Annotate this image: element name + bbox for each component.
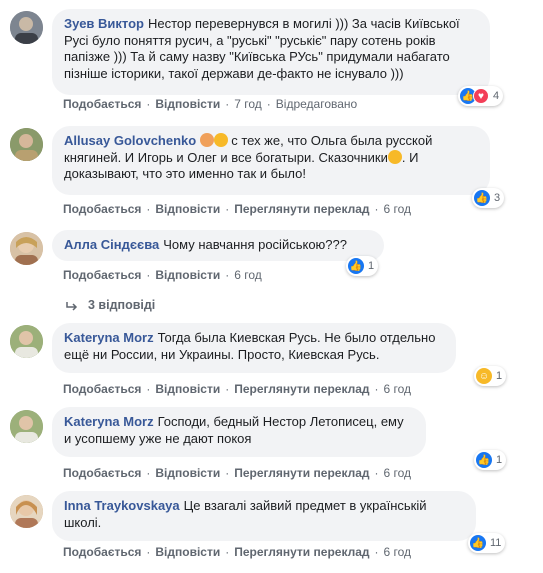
translate-button[interactable]: Переглянути переклад: [234, 202, 369, 216]
translate-button[interactable]: Переглянути переклад: [234, 466, 369, 480]
reply-button[interactable]: Відповісти: [155, 268, 220, 282]
reaction-count[interactable]: 👍 3: [472, 188, 505, 208]
comment-actions: Подобається · Відповісти · Переглянути перек…: [63, 466, 412, 480]
like-icon: 👍: [476, 452, 492, 468]
avatar[interactable]: [10, 410, 43, 443]
comment-bubble: Allusay Golovchenko с тех же, что Ольга б…: [52, 126, 490, 195]
timestamp[interactable]: 6 год: [384, 382, 412, 396]
haha-icon: ☺: [476, 368, 492, 384]
comment-actions: Подобається · Відповісти · Переглянути перек…: [63, 382, 412, 396]
reply-button[interactable]: Відповісти: [155, 382, 220, 396]
avatar[interactable]: [10, 232, 43, 265]
like-icon: 👍: [470, 535, 486, 551]
like-button[interactable]: Подобається: [63, 545, 141, 559]
like-icon: 👍: [348, 258, 364, 274]
reaction-count[interactable]: 👍 ♥ 4: [458, 86, 504, 106]
reply-button[interactable]: Відповісти: [155, 466, 220, 480]
reaction-count[interactable]: 👍 1: [346, 256, 379, 276]
edited-label[interactable]: Відредаговано: [276, 97, 357, 111]
laughing-emoji-icon: [387, 149, 402, 164]
like-icon: 👍: [474, 190, 490, 206]
comment-actions: Подобається · Відповісти · Переглянути перек…: [63, 545, 412, 559]
person-emoji-icon: [200, 133, 215, 147]
avatar[interactable]: [10, 128, 43, 161]
view-replies-link[interactable]: 3 відповіді: [66, 298, 155, 312]
timestamp[interactable]: 6 год: [384, 545, 412, 559]
comment-author[interactable]: Kateryna Morz: [64, 414, 154, 429]
comment-author[interactable]: Allusay Golovchenko: [64, 133, 196, 148]
like-button[interactable]: Подобається: [63, 466, 141, 480]
comment-bubble: Kateryna Morz Господи, бедный Нестор Лето…: [52, 407, 426, 457]
comment-author[interactable]: Алла Сіндєєва: [64, 237, 159, 252]
reply-arrow-icon: [66, 301, 78, 311]
timestamp[interactable]: 6 год: [234, 268, 262, 282]
comment-bubble: Inna Traykovskaya Це взагалі зайвий предм…: [52, 491, 476, 541]
love-icon: ♥: [473, 88, 489, 104]
avatar[interactable]: [10, 325, 43, 358]
comment-author[interactable]: Kateryna Morz: [64, 330, 154, 345]
reaction-count[interactable]: 👍 11: [468, 533, 506, 553]
like-button[interactable]: Подобається: [63, 97, 141, 111]
comment-actions: Подобається · Відповісти · 6 год: [63, 268, 262, 282]
timestamp[interactable]: 6 год: [384, 466, 412, 480]
like-button[interactable]: Подобається: [63, 268, 141, 282]
reaction-count[interactable]: 👍 1: [474, 450, 507, 470]
comment-actions: Подобається · Відповісти · 7 год · Відредагова…: [63, 97, 358, 111]
translate-button[interactable]: Переглянути переклад: [234, 382, 369, 396]
comment-author[interactable]: Зуев Виктор: [64, 16, 144, 31]
smile-emoji-icon: [214, 133, 229, 147]
reaction-count[interactable]: ☺ 1: [474, 366, 507, 386]
comment-bubble: Kateryna Morz Тогда была Киевская Русь. Н…: [52, 323, 456, 373]
comment-actions: Подобається · Відповісти · Переглянути перек…: [63, 202, 412, 216]
comment-bubble: Зуев Виктор Нестор перевернувся в могилі …: [52, 9, 490, 95]
comment-text: Чому навчання російською???: [163, 237, 347, 252]
timestamp[interactable]: 6 год: [384, 202, 412, 216]
reply-button[interactable]: Відповісти: [155, 545, 220, 559]
reply-button[interactable]: Відповісти: [155, 97, 220, 111]
comment-author[interactable]: Inna Traykovskaya: [64, 498, 180, 513]
like-button[interactable]: Подобається: [63, 382, 141, 396]
reply-button[interactable]: Відповісти: [155, 202, 220, 216]
comment-bubble: Алла Сіндєєва Чому навчання російською???: [52, 230, 384, 261]
translate-button[interactable]: Переглянути переклад: [234, 545, 369, 559]
like-button[interactable]: Подобається: [63, 202, 141, 216]
timestamp[interactable]: 7 год: [234, 97, 262, 111]
avatar[interactable]: [10, 495, 43, 528]
avatar[interactable]: [10, 11, 43, 44]
